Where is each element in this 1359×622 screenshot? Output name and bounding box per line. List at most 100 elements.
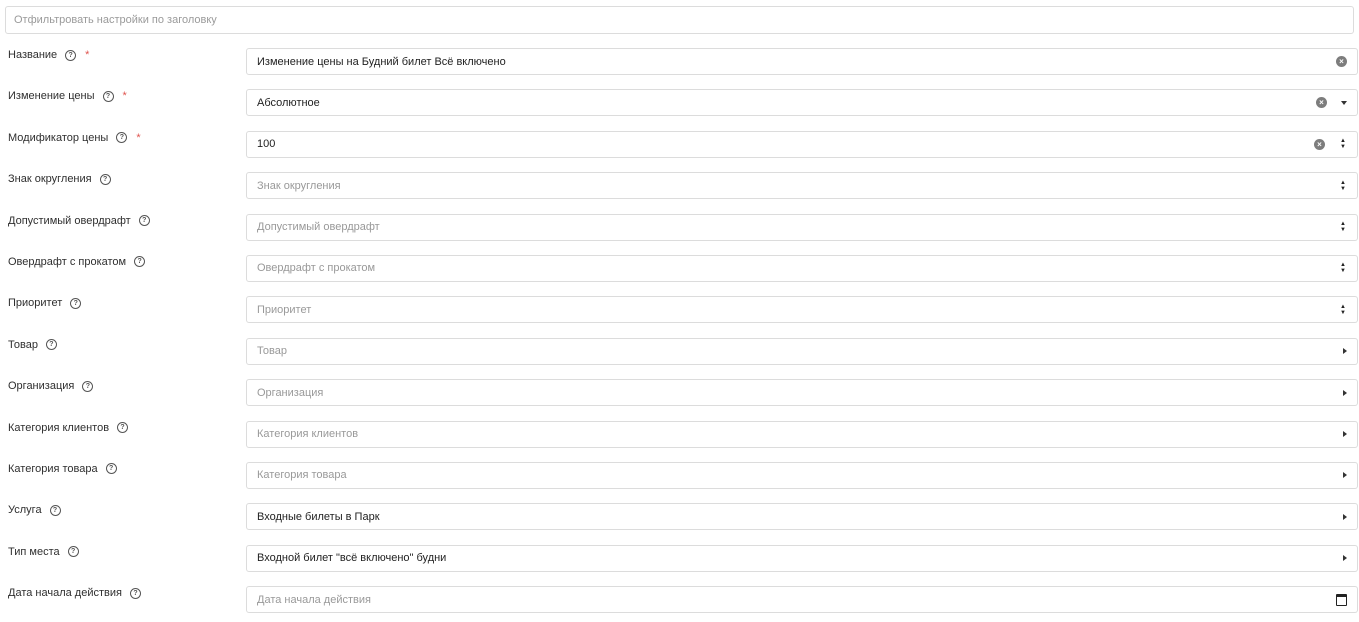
field-controls: ×: [1316, 97, 1347, 109]
field-label-text: Знак округления: [8, 173, 92, 186]
field-controls: ▲ ▼: [1339, 262, 1347, 274]
field-input[interactable]: Входные билеты в Парк: [246, 503, 1358, 531]
stepper-icon[interactable]: ▲ ▼: [1339, 138, 1347, 150]
form-row: Тип места? Входной билет "всё включено" б…: [0, 540, 1359, 581]
field-value: 100: [257, 138, 276, 151]
field-input[interactable]: Категория товара: [246, 461, 1358, 489]
settings-filter-input[interactable]: [5, 6, 1354, 34]
clear-icon[interactable]: ×: [1314, 138, 1325, 150]
stepper-icon[interactable]: ▲ ▼: [1339, 304, 1347, 316]
field-input[interactable]: Дата начала действия: [246, 586, 1358, 614]
chevron-right-icon[interactable]: [1343, 348, 1347, 355]
settings-form: Название? * Изменение цены на Будний билет…: [0, 43, 1359, 622]
chevron-right-icon[interactable]: [1343, 513, 1347, 520]
field-input[interactable]: Овердрафт с прокатом ▲ ▼: [246, 254, 1358, 282]
calendar-icon[interactable]: [1336, 593, 1347, 606]
help-icon[interactable]: ?: [134, 256, 146, 268]
stepper-icon[interactable]: ▲ ▼: [1339, 262, 1347, 274]
form-row: Допустимый овердрафт? Допустимый овердраф…: [0, 209, 1359, 250]
field-controls: [1343, 555, 1347, 562]
form-row: Приоритет? Приоритет ▲ ▼: [0, 291, 1359, 332]
field-label: Организация?: [8, 380, 94, 393]
help-icon[interactable]: ?: [138, 215, 150, 227]
field-label-text: Категория товара: [8, 462, 98, 475]
help-icon[interactable]: ?: [116, 132, 128, 144]
step-down-icon[interactable]: ▼: [1340, 186, 1346, 192]
field-label: Изменение цены? *: [8, 90, 127, 102]
field-label: Овердрафт с прокатом?: [8, 255, 146, 268]
chevron-right-icon[interactable]: [1343, 472, 1347, 479]
field-label: Товар?: [8, 339, 57, 351]
field-input[interactable]: 100 × ▲ ▼: [246, 130, 1358, 158]
field-controls: × ▲ ▼: [1314, 138, 1347, 150]
field-input[interactable]: Категория клиентов: [246, 420, 1358, 448]
help-icon[interactable]: ?: [49, 504, 61, 516]
chevron-down-icon[interactable]: [1341, 100, 1347, 105]
help-icon[interactable]: ?: [117, 422, 129, 434]
field-placeholder: Категория клиентов: [257, 428, 359, 441]
field-label-text: Овердрафт с прокатом: [8, 255, 127, 268]
field-value: Входные билеты в Парк: [257, 510, 380, 523]
clear-icon[interactable]: ×: [1316, 97, 1327, 109]
field-placeholder: Дата начала действия: [257, 593, 371, 606]
field-label-text: Организация: [8, 380, 75, 393]
field-input[interactable]: Изменение цены на Будний билет Всё включ…: [246, 48, 1358, 75]
field-label-text: Название: [8, 49, 58, 61]
field-label: Тип места?: [8, 546, 79, 558]
step-down-icon[interactable]: ▼: [1340, 268, 1346, 274]
field-label: Услуга?: [8, 504, 61, 516]
field-label-text: Приоритет: [8, 297, 63, 310]
form-row: Дата начала действия? Дата начала действи…: [0, 581, 1359, 622]
field-label: Приоритет?: [8, 297, 82, 310]
help-icon[interactable]: ?: [102, 90, 114, 102]
field-input[interactable]: Приоритет ▲ ▼: [246, 296, 1358, 324]
field-label: Название? *: [8, 49, 89, 61]
help-icon[interactable]: ?: [99, 173, 111, 185]
field-controls: ▲ ▼: [1339, 304, 1347, 316]
step-down-icon[interactable]: ▼: [1340, 310, 1346, 316]
help-icon[interactable]: ?: [129, 587, 141, 599]
field-input[interactable]: Товар: [246, 337, 1358, 365]
field-controls: [1343, 513, 1347, 520]
field-input[interactable]: Знак округления ▲ ▼: [246, 172, 1358, 200]
field-controls: [1343, 431, 1347, 438]
form-row: Знак округления? Знак округления ▲ ▼: [0, 167, 1359, 208]
field-input[interactable]: Абсолютное ×: [246, 89, 1358, 117]
field-label: Дата начала действия?: [8, 587, 141, 599]
required-marker: *: [136, 131, 141, 144]
field-placeholder: Товар: [257, 345, 287, 358]
field-controls: [1343, 472, 1347, 479]
help-icon[interactable]: ?: [70, 297, 82, 309]
form-row: Категория товара? Категория товара: [0, 457, 1359, 498]
help-icon[interactable]: ?: [82, 380, 94, 392]
field-label-text: Дата начала действия: [8, 587, 122, 600]
field-label-text: Услуга: [8, 504, 42, 517]
clear-icon[interactable]: ×: [1336, 56, 1347, 67]
chevron-right-icon[interactable]: [1343, 555, 1347, 562]
step-down-icon[interactable]: ▼: [1340, 144, 1346, 150]
field-controls: [1343, 348, 1347, 355]
field-value: Изменение цены на Будний билет Всё включ…: [257, 55, 506, 68]
field-label-text: Категория клиентов: [8, 421, 110, 434]
stepper-icon[interactable]: ▲ ▼: [1339, 180, 1347, 192]
step-down-icon[interactable]: ▼: [1340, 227, 1346, 233]
help-icon[interactable]: ?: [105, 463, 117, 475]
stepper-icon[interactable]: ▲ ▼: [1339, 221, 1347, 233]
form-row: Услуга? Входные билеты в Парк: [0, 498, 1359, 539]
help-icon[interactable]: ?: [67, 546, 79, 558]
chevron-right-icon[interactable]: [1343, 431, 1347, 438]
field-controls: ×: [1336, 56, 1347, 67]
help-icon[interactable]: ?: [45, 339, 57, 351]
field-input[interactable]: Организация: [246, 379, 1358, 407]
field-placeholder: Знак округления: [257, 179, 341, 192]
field-input[interactable]: Входной билет "всё включено" будни: [246, 544, 1358, 572]
form-row: Изменение цены? * Абсолютное ×: [0, 84, 1359, 125]
field-placeholder: Допустимый овердрафт: [257, 221, 380, 234]
chevron-right-icon[interactable]: [1343, 389, 1347, 396]
help-icon[interactable]: ?: [65, 49, 77, 61]
field-label-text: Изменение цены: [8, 90, 95, 103]
field-label: Категория клиентов?: [8, 421, 129, 434]
field-label-text: Модификатор цены: [8, 131, 109, 144]
form-row: Категория клиентов? Категория клиентов: [0, 416, 1359, 457]
field-input[interactable]: Допустимый овердрафт ▲ ▼: [246, 213, 1358, 241]
